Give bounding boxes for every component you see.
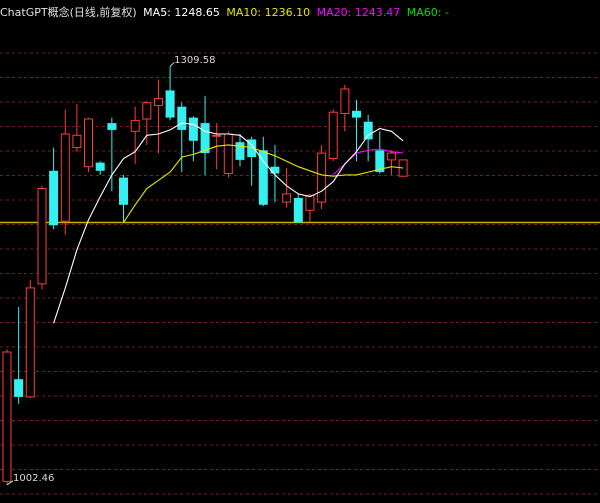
candle-body bbox=[363, 121, 373, 140]
candle-body bbox=[2, 351, 12, 482]
candle bbox=[165, 66, 175, 121]
candle-body bbox=[95, 162, 105, 171]
candle-body bbox=[235, 142, 245, 160]
candle-body bbox=[188, 117, 198, 141]
candle-body bbox=[212, 134, 222, 137]
candle-body bbox=[60, 133, 70, 222]
candle-body bbox=[119, 177, 128, 205]
candle-body bbox=[293, 198, 303, 223]
candle-body bbox=[317, 152, 327, 203]
ma10-legend: MA10: 1236.10 bbox=[226, 6, 311, 19]
candle bbox=[293, 193, 303, 223]
candle-body bbox=[107, 123, 117, 130]
candle bbox=[2, 349, 12, 485]
candle-body bbox=[165, 90, 175, 118]
candle-body bbox=[352, 110, 361, 118]
candle bbox=[14, 307, 24, 404]
candle bbox=[37, 185, 47, 290]
candle-body bbox=[25, 287, 35, 398]
candle bbox=[154, 79, 163, 154]
candle-body bbox=[305, 194, 315, 211]
candle-body bbox=[37, 188, 47, 285]
candle bbox=[60, 109, 70, 235]
candle-body bbox=[340, 88, 350, 114]
candle-body bbox=[328, 111, 338, 159]
candle-body bbox=[270, 166, 280, 174]
candle bbox=[130, 106, 140, 164]
candle bbox=[84, 117, 93, 173]
candles bbox=[2, 66, 408, 485]
candle-body bbox=[223, 133, 233, 174]
candle-body bbox=[282, 193, 292, 203]
candle bbox=[317, 144, 327, 209]
candle bbox=[72, 104, 82, 152]
candle-body bbox=[177, 106, 187, 130]
candle-body bbox=[72, 134, 82, 149]
candle-body bbox=[130, 119, 140, 132]
candle-body bbox=[258, 150, 268, 205]
candle bbox=[386, 150, 396, 175]
candle bbox=[305, 193, 315, 223]
candle bbox=[49, 147, 59, 230]
candle bbox=[375, 131, 385, 174]
candle bbox=[119, 174, 128, 223]
candle bbox=[200, 95, 210, 175]
candle bbox=[363, 114, 373, 162]
candle bbox=[223, 131, 233, 178]
ma20-legend: MA20: 1243.47 bbox=[316, 6, 401, 19]
candle-body bbox=[154, 98, 163, 106]
candle-body bbox=[84, 118, 93, 168]
candle-body bbox=[386, 152, 396, 161]
kline-chart[interactable]: ChatGPT概念(日线,前复权) MA5: 1248.65 MA10: 123… bbox=[0, 0, 600, 503]
candle-body bbox=[14, 379, 24, 397]
candle bbox=[340, 84, 350, 132]
candle bbox=[235, 133, 245, 167]
candle bbox=[95, 161, 105, 175]
high-price-label: 1309.58 bbox=[174, 55, 216, 67]
candle bbox=[258, 136, 268, 207]
ma60-legend: MA60: - bbox=[406, 6, 449, 19]
chart-title: ChatGPT概念(日线,前复权) bbox=[0, 6, 137, 19]
candle-body bbox=[200, 123, 210, 154]
candle-body bbox=[142, 102, 152, 120]
chart-canvas bbox=[0, 52, 600, 495]
low-price-label: 1002.46 bbox=[13, 472, 55, 484]
chart-legend: ChatGPT概念(日线,前复权) MA5: 1248.65 MA10: 123… bbox=[0, 5, 452, 21]
candle-body bbox=[49, 170, 59, 226]
ma5-legend: MA5: 1248.65 bbox=[143, 6, 220, 19]
candle bbox=[25, 279, 35, 399]
candle bbox=[328, 109, 338, 162]
candle bbox=[270, 144, 280, 203]
candle bbox=[247, 136, 257, 186]
